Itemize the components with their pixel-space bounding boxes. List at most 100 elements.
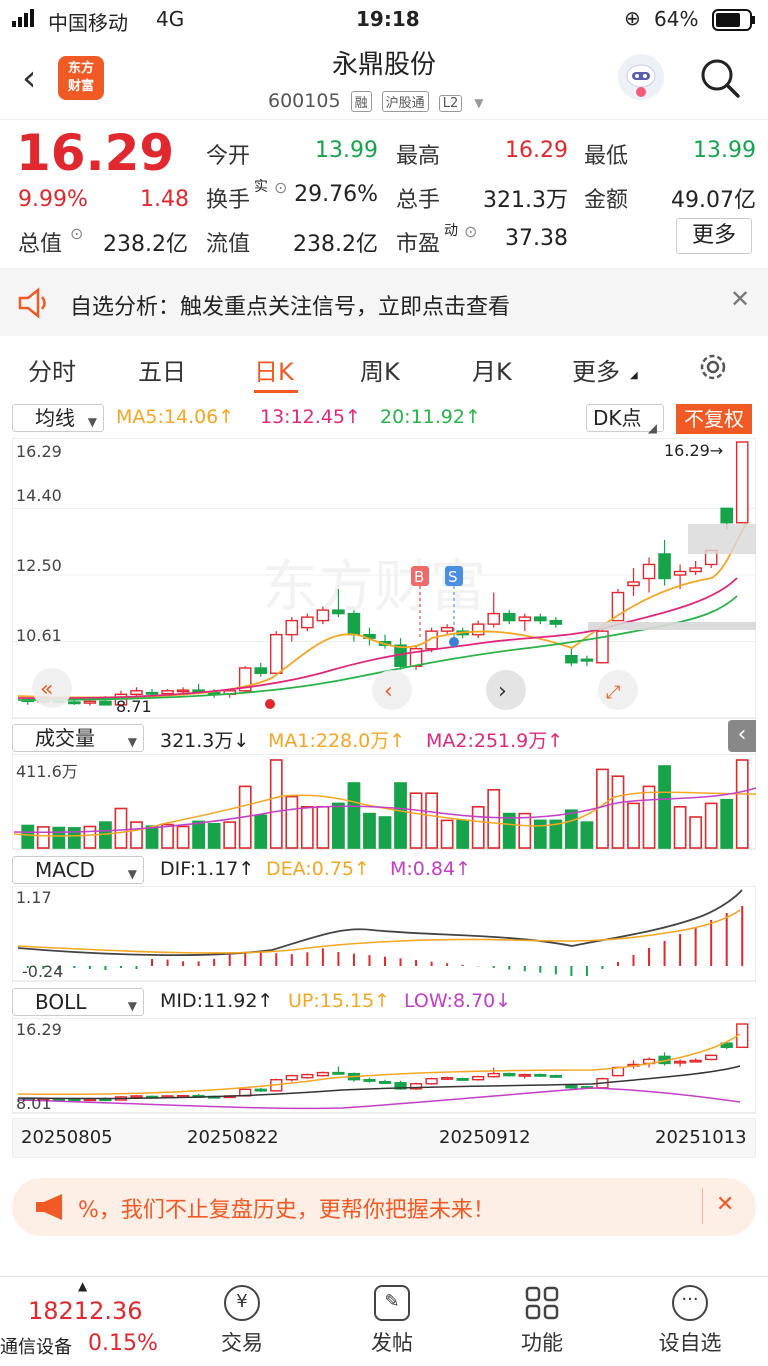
candle-body (642, 563, 656, 580)
macd-chart (12, 886, 756, 982)
tab-five-day[interactable]: 五日 (138, 352, 186, 387)
volume-bar (223, 821, 237, 849)
volume-selector[interactable]: 成交量 ▼ (12, 724, 144, 752)
signal-dot (265, 699, 275, 709)
volume-bar (83, 825, 97, 849)
volume-bar (52, 826, 66, 849)
tab-timeshare[interactable]: 分时 (28, 352, 76, 387)
function-tab[interactable]: 功能 (482, 1285, 602, 1357)
high-value: 16.29 (505, 138, 568, 163)
candle-body (580, 658, 594, 662)
date-label: 20250912 (439, 1127, 531, 1148)
pe-sup: 动 (444, 223, 458, 239)
volume-ma2: MA2:251.9万↑ (426, 730, 564, 752)
candle-body (487, 1072, 500, 1078)
volume-bar (627, 802, 640, 849)
candle-body (254, 667, 268, 674)
candle-body (534, 616, 547, 622)
candle-body (269, 633, 283, 674)
candle-body (565, 655, 578, 664)
tab-daily-k[interactable]: 日K (254, 352, 294, 387)
collapse-panel-button[interactable]: ‹ (728, 720, 756, 752)
candle-body (145, 691, 159, 695)
y-tick: 12.50 (16, 556, 62, 575)
kline-chart[interactable]: 东方财富 B S 16.29→ 8.71 « ‹ › ⤢ (12, 438, 756, 720)
turnover-label: 换手 (206, 188, 251, 213)
turnover-value: 29.76% (294, 182, 378, 207)
edit-icon: ✎ (374, 1285, 410, 1321)
search-icon[interactable] (698, 56, 742, 104)
boll-y-bottom: 8.01 (16, 1094, 52, 1113)
stock-code-row: 600105 融 沪股通 L2 ▼ (268, 90, 484, 112)
boll-selector[interactable]: BOLL ▼ (12, 988, 144, 1016)
more-button[interactable]: 更多 (676, 218, 752, 254)
macd-y-top: 1.17 (16, 888, 52, 907)
ma5-value: MA5:14.06↑ (116, 406, 235, 428)
info-icon[interactable]: ⊙ (464, 222, 477, 241)
candle-body (301, 616, 314, 629)
info-icon[interactable]: ⊙ (70, 224, 83, 243)
candle-body (518, 1073, 531, 1077)
macd-dea: DEA:0.75↑ (266, 858, 370, 880)
volume-y-top: 411.6万 (16, 762, 78, 781)
candle-body (705, 1054, 718, 1061)
volume-current: 321.3万↓ (160, 730, 250, 752)
yuan-icon: ¥ (224, 1285, 260, 1321)
chevron-down-icon: ▼ (127, 735, 137, 749)
info-icon[interactable]: ⊙ (274, 178, 287, 197)
gear-icon[interactable] (696, 350, 730, 388)
low-value: 13.99 (693, 138, 756, 163)
tab-monthly-k[interactable]: 月K (472, 352, 512, 387)
candle-body (332, 609, 345, 615)
volume-bar (487, 788, 501, 849)
volume-bar (21, 824, 35, 849)
robot-assistant-icon[interactable] (618, 54, 664, 100)
svg-text:›: › (498, 679, 507, 704)
volume-bar (502, 812, 516, 849)
resistance-zone (688, 524, 756, 554)
open-label: 今开 (206, 144, 251, 169)
post-tab[interactable]: ✎ 发帖 (332, 1285, 452, 1357)
svg-text:‹: ‹ (384, 679, 393, 704)
tab-weekly-k[interactable]: 周K (360, 352, 400, 387)
float-label: 流值 (206, 232, 251, 257)
candle-body (658, 553, 671, 580)
volume-bar (611, 775, 625, 849)
no-adjust-button[interactable]: 不复权 (676, 404, 752, 434)
close-icon[interactable]: ✕ (716, 1192, 734, 1217)
ma-selector[interactable]: 均线 ▼ (12, 404, 104, 432)
candle-body (549, 1074, 562, 1078)
volume-bar (207, 823, 221, 849)
dk-point-button[interactable]: DK点 ◢ (586, 404, 664, 435)
trade-tab[interactable]: ¥ 交易 (182, 1285, 302, 1357)
boll-chart (12, 1018, 756, 1114)
rotation-lock-icon: ⊕ (624, 6, 641, 30)
grid-icon (524, 1285, 560, 1321)
close-icon[interactable]: ✕ (730, 285, 750, 313)
volume-bar (673, 805, 687, 849)
candle-body (332, 1071, 345, 1075)
status-bar: 中国移动 4G 19:18 ⊕ 64% (0, 0, 768, 40)
megaphone-icon (32, 1192, 72, 1226)
price-marker: 16.29→ (664, 441, 723, 460)
battery-level: 64% (654, 7, 699, 31)
svg-text:B: B (414, 568, 424, 586)
macd-selector[interactable]: MACD ▼ (12, 856, 144, 884)
amount-label: 金额 (584, 188, 629, 213)
volume-bar (425, 792, 438, 849)
stock-header: ‹ 东方 财富 永鼎股份 600105 融 沪股通 L2 ▼ (0, 40, 768, 120)
tab-more[interactable]: 更多 (572, 352, 620, 387)
chevron-down-icon: ▼ (127, 867, 137, 881)
candle-body (285, 619, 299, 636)
index-pct: 0.15% (88, 1331, 158, 1356)
chevron-down-icon[interactable]: ▼ (474, 96, 483, 110)
add-watchlist-tab[interactable]: ··· 设自选 (630, 1285, 750, 1357)
y-tick: 10.61 (16, 626, 62, 645)
notice-bar[interactable]: 自选分析：触发重点关注信号，立即点击查看 ✕ (0, 268, 768, 336)
banner-text: %，我们不止复盘历史，更帮你把握未来！ (78, 1198, 495, 1223)
index-value[interactable]: 18212.36 (28, 1297, 143, 1325)
candle-body (720, 507, 733, 524)
volume-bar (161, 823, 174, 849)
promo-banner[interactable]: %，我们不止复盘历史，更帮你把握未来！ ✕ (12, 1178, 756, 1236)
more-dots-icon: ··· (672, 1285, 708, 1321)
